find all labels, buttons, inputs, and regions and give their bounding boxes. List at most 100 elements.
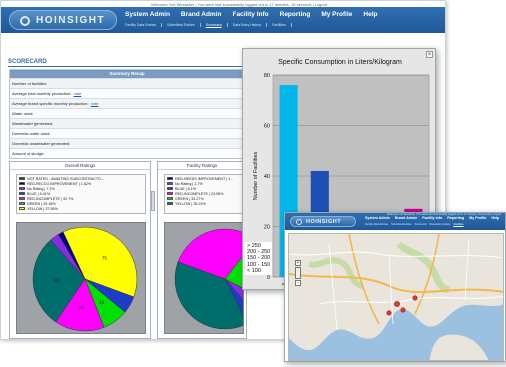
- bar-legend-item: < 100: [247, 267, 261, 274]
- map-nav-system-admin[interactable]: System Admin: [365, 216, 390, 220]
- facility-ratings-pie: [164, 222, 244, 334]
- subnav-submitted-entries[interactable]: Submitted Entries: [167, 23, 201, 27]
- subnav-facilities[interactable]: Facilities: [272, 23, 292, 27]
- bar-legend-item: 100 - 150: [247, 261, 271, 268]
- pie-slice-label: 58: [54, 278, 60, 283]
- map-nav-reporting[interactable]: Reporting: [447, 216, 464, 220]
- y-tick-label: 0: [267, 275, 270, 281]
- legend-swatch: [19, 177, 25, 180]
- subnav-data-entry-history[interactable]: Data Entry History: [233, 23, 268, 27]
- pie-slice-label: 75: [102, 255, 108, 260]
- bar-legend-item: 150 - 200: [247, 255, 271, 262]
- legend-swatch: [19, 197, 25, 200]
- overall-pie-svg: 75 16 31 58: [32, 226, 138, 332]
- title-divider: [8, 66, 244, 67]
- summary-heading: Summary Recap: [10, 70, 244, 78]
- legend-label: YELLOW | 35.22%: [175, 201, 206, 206]
- nav-system-admin[interactable]: System Admin: [125, 11, 170, 18]
- subnav-facility-data-entries[interactable]: Facility Data Entries: [125, 23, 163, 27]
- nav-reporting[interactable]: Reporting: [280, 11, 311, 18]
- nav-help[interactable]: Help: [363, 11, 377, 18]
- legend-label: RED-RECCO IMPROVEMENT | 1.62%: [27, 181, 92, 186]
- legend-swatch: [19, 182, 25, 185]
- map-logo-text: HOINSIGHT: [306, 219, 342, 225]
- summary-row-label: Wastewater generated:: [12, 121, 54, 126]
- map-subnav-data-entry-history[interactable]: Data Entry History: [429, 223, 450, 226]
- app-logo[interactable]: HOINSIGHT: [9, 10, 117, 30]
- legend-label: RED-NEEDS IMPROVEMENT | 1...: [175, 176, 234, 181]
- map-nav-facility-info[interactable]: Facility Info: [422, 216, 442, 220]
- map-subnav-scorecard[interactable]: Scorecard: [415, 223, 427, 226]
- map-app-logo[interactable]: HOINSIGHT: [290, 216, 356, 227]
- map-subnav-submitted-entries[interactable]: Submitted Entries: [391, 223, 411, 226]
- map-subnav-facilities[interactable]: Facilities: [453, 223, 463, 226]
- facility-marker-icon[interactable]: [412, 295, 418, 301]
- facility-marker-icon[interactable]: [400, 307, 406, 313]
- overall-ratings-pie: 75 16 31 58: [16, 222, 146, 334]
- pie-slice-label: 16: [99, 300, 105, 305]
- summary-table: Summary Recap Number of facilities: Avera…: [9, 69, 245, 159]
- summary-row-label: Domestic water used:: [12, 131, 51, 136]
- legend-item: YELLOW | 37.55%: [19, 206, 143, 211]
- note-link[interactable]: note: [91, 101, 99, 106]
- summary-row: Amount of sludge:: [10, 148, 244, 158]
- y-tick-label: 80: [264, 73, 270, 79]
- summary-rows: Number of facilities: Average total month…: [10, 78, 244, 158]
- legend-label: BLUE | 5.41%: [27, 191, 51, 196]
- subnav-scorecard[interactable]: Scorecard: [206, 23, 228, 27]
- legend-swatch: [167, 197, 173, 200]
- summary-row-label: Amount of sludge:: [12, 151, 45, 156]
- app-header: HOINSIGHT System Admin Brand Admin Facil…: [1, 7, 445, 33]
- legend-swatch: [167, 202, 173, 205]
- facility-ratings-panel: Facility Ratings RED-NEEDS IMPROVEMENT |…: [157, 161, 247, 339]
- note-link[interactable]: note: [74, 91, 82, 96]
- legend-label: No Rating | 7.1%: [27, 186, 55, 191]
- summary-row-label: Water used:: [12, 111, 34, 116]
- legend-label: GREEN | 29.18%: [27, 201, 56, 206]
- legend-label: NOT RATED - AWAITING SUBCONTRACTO...: [27, 176, 104, 181]
- facility-marker-icon[interactable]: [394, 301, 400, 307]
- legend-swatch: [167, 182, 173, 185]
- summary-row: Number of facilities:: [10, 78, 244, 88]
- facility-map[interactable]: + −: [288, 233, 504, 361]
- nav-facility-info[interactable]: Facility Info: [233, 11, 269, 18]
- y-tick-label: 60: [264, 124, 270, 130]
- overall-ratings-title: Overall Ratings: [10, 162, 150, 170]
- close-icon[interactable]: ×: [426, 51, 433, 58]
- panel-scrollbar[interactable]: [151, 191, 155, 211]
- facility-ratings-legend: RED-NEEDS IMPROVEMENT | 1... No Rating | …: [164, 174, 244, 214]
- nav-my-profile[interactable]: My Profile: [321, 11, 352, 18]
- legend-label: BLUE | 6.1%: [175, 186, 197, 191]
- legend-swatch: [19, 202, 25, 205]
- main-nav: System Admin Brand Admin Facility Info R…: [125, 11, 377, 18]
- legend-label: GREEN | 33.27%: [175, 196, 204, 201]
- bar-chart-legend: > 250 200 - 250 150 - 200 100 - 150 < 100: [245, 242, 273, 276]
- map-nav-my-profile[interactable]: My Profile: [469, 216, 486, 220]
- zoom-in-icon[interactable]: +: [295, 260, 301, 266]
- map-nav-brand-admin[interactable]: Brand Admin: [395, 216, 417, 220]
- facility-marker-icon[interactable]: [386, 310, 392, 316]
- summary-row-label: Average brand specific monthly productio…: [12, 101, 89, 106]
- summary-row: Average brand specific monthly productio…: [10, 98, 244, 108]
- screenshot-collage: Welcome Yun Wexacker | You were last suc…: [0, 0, 506, 367]
- facility-pie-svg: [174, 228, 243, 330]
- logo-globe-icon: [20, 16, 30, 26]
- nav-brand-admin[interactable]: Brand Admin: [181, 11, 222, 18]
- y-tick-label: 40: [264, 174, 270, 180]
- summary-row-label: Average total monthly production:: [12, 91, 72, 96]
- facility-ratings-title: Facility Ratings: [158, 162, 246, 170]
- legend-swatch: [19, 187, 25, 190]
- map-nav-help[interactable]: Help: [491, 216, 499, 220]
- map-zoom-control[interactable]: + −: [295, 260, 301, 288]
- y-axis-label: Number of Facilities: [253, 151, 259, 200]
- legend-label: RED-INCOMPLETE | 32.7%: [27, 196, 74, 201]
- map-subnav-facility-data-entries[interactable]: Facility Data Entries: [365, 223, 388, 226]
- chart-title: Specific Consumption in Liters/Kilogram: [278, 59, 402, 66]
- summary-row: Wastewater generated:: [10, 118, 244, 128]
- zoom-slider[interactable]: [295, 267, 301, 279]
- legend-label: YELLOW | 37.55%: [27, 206, 58, 211]
- zoom-out-icon[interactable]: −: [295, 280, 301, 286]
- map-logo-globe-icon: [296, 219, 302, 225]
- legend-label: RED-INCOMPLETE | 24.08%: [175, 191, 224, 196]
- overall-ratings-legend: NOT RATED - AWAITING SUBCONTRACTO... RED-…: [16, 174, 146, 214]
